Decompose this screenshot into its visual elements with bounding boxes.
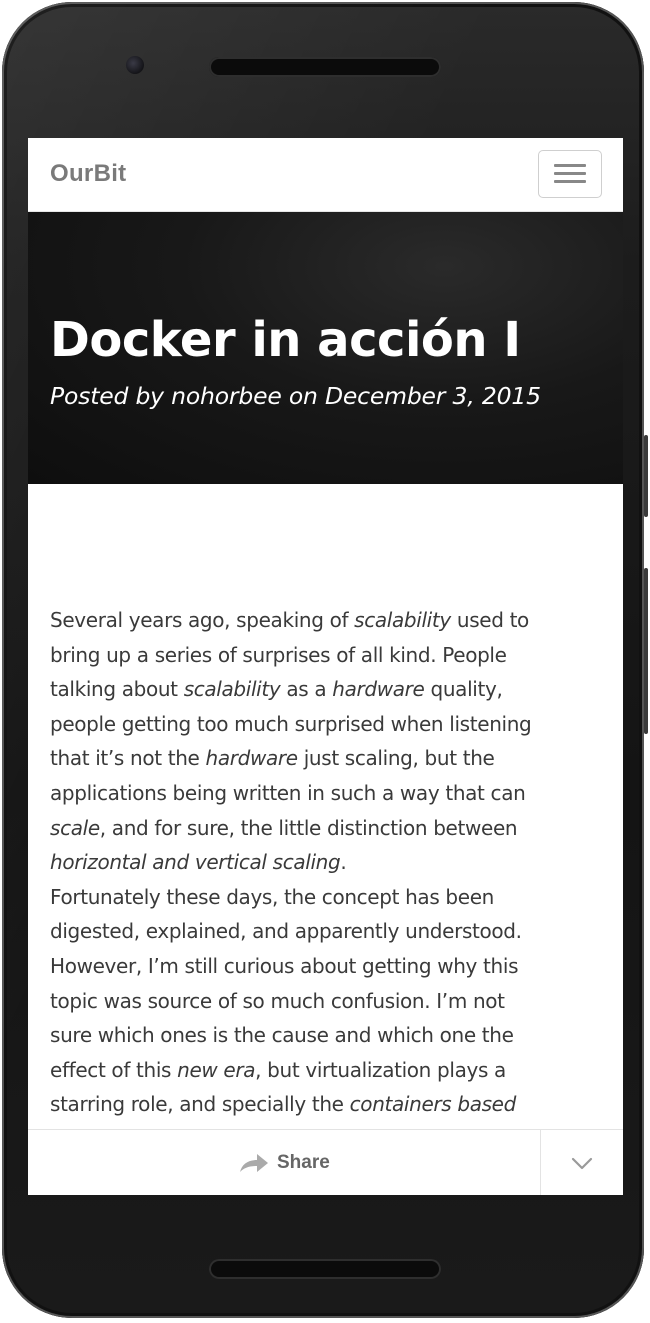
volume-button xyxy=(644,568,648,734)
article-line: topic was source of so much confusion. I… xyxy=(50,984,605,1019)
body-text: people getting too much surprised when l… xyxy=(50,711,532,736)
body-text: . xyxy=(340,850,347,875)
phone-frame: OurBit Docker in acción I Posted by noho… xyxy=(2,2,644,1318)
screen: OurBit Docker in acción I Posted by noho… xyxy=(28,138,623,1195)
article-line: sure which ones is the cause and which o… xyxy=(50,1018,605,1053)
divider xyxy=(540,1130,541,1195)
emphasis-text: containers based xyxy=(349,1092,517,1117)
share-button[interactable]: Share xyxy=(28,1130,540,1195)
article-line: However, I’m still curious about getting… xyxy=(50,949,605,984)
article-line: starring role, and specially the contain… xyxy=(50,1087,605,1122)
article-line: talking about scalability as a hardware … xyxy=(50,672,605,707)
article-line: horizontal and vertical scaling. xyxy=(50,845,605,880)
body-text: However, I’m still curious about getting… xyxy=(50,953,519,978)
body-text: Fortunately these days, the concept has … xyxy=(50,884,494,909)
article-line: effect of this new era, but virtualizati… xyxy=(50,1053,605,1088)
navbar: OurBit xyxy=(28,138,623,212)
body-text: applications being written in such a way… xyxy=(50,780,526,805)
body-text: bring up a series of surprises of all ki… xyxy=(50,642,507,667)
share-arrow-icon xyxy=(240,1154,268,1172)
body-text: talking about xyxy=(50,677,184,702)
emphasis-text: scale xyxy=(50,815,100,840)
front-camera xyxy=(126,56,144,74)
brand-logo[interactable]: OurBit xyxy=(50,160,126,188)
bottom-speaker xyxy=(209,1259,441,1279)
article-line: people getting too much surprised when l… xyxy=(50,707,605,742)
emphasis-text: scalability xyxy=(354,608,451,632)
post-meta: Posted by nohorbee on December 3, 2015 xyxy=(50,382,541,410)
body-text: , but virtualization plays a xyxy=(255,1057,506,1082)
article-body: Several years ago, speaking of scalabili… xyxy=(50,603,605,1157)
article-line: digested, explained, and apparently unde… xyxy=(50,914,605,949)
body-text: digested, explained, and apparently unde… xyxy=(50,919,522,944)
body-text: that it’s not the xyxy=(50,746,206,771)
emphasis-text: hardware xyxy=(205,746,299,771)
menu-toggle-button[interactable] xyxy=(538,150,602,198)
power-button xyxy=(644,435,648,517)
body-text: , and for sure, the little distinction b… xyxy=(99,815,518,840)
article-line: bring up a series of surprises of all ki… xyxy=(50,638,605,673)
emphasis-text: scalability xyxy=(183,677,281,702)
article-line: Several years ago, speaking of scalabili… xyxy=(50,603,605,638)
body-text: effect of this xyxy=(50,1057,178,1082)
article-line: Fortunately these days, the concept has … xyxy=(50,880,605,915)
article-line: scale, and for sure, the little distinct… xyxy=(50,811,605,846)
article-line: that it’s not the hardware just scaling,… xyxy=(50,741,605,776)
emphasis-text: hardware xyxy=(332,677,425,702)
article-paragraph-1: Several years ago, speaking of scalabili… xyxy=(50,603,605,880)
emphasis-text: horizontal and vertical scaling xyxy=(50,850,341,875)
body-text: starring role, and specially the xyxy=(50,1092,350,1117)
share-bar: Share xyxy=(28,1129,623,1195)
body-text: used to xyxy=(450,608,529,632)
post-title: Docker in acción I xyxy=(50,312,521,368)
body-text: Several years ago, speaking of xyxy=(50,608,355,632)
body-text: sure which ones is the cause and which o… xyxy=(50,1023,514,1048)
body-text: just scaling, but the xyxy=(297,746,495,771)
article-line: applications being written in such a way… xyxy=(50,776,605,811)
top-speaker xyxy=(209,57,441,77)
article-paragraph-2: Fortunately these days, the concept has … xyxy=(50,880,605,1157)
body-text: topic was source of so much confusion. I… xyxy=(50,988,505,1013)
share-label: Share xyxy=(277,1152,330,1173)
body-text: quality, xyxy=(424,677,503,702)
chevron-down-icon[interactable] xyxy=(570,1154,594,1172)
post-header: Docker in acción I Posted by nohorbee on… xyxy=(28,212,623,484)
body-text: as a xyxy=(280,677,333,702)
emphasis-text: new era xyxy=(177,1057,256,1082)
